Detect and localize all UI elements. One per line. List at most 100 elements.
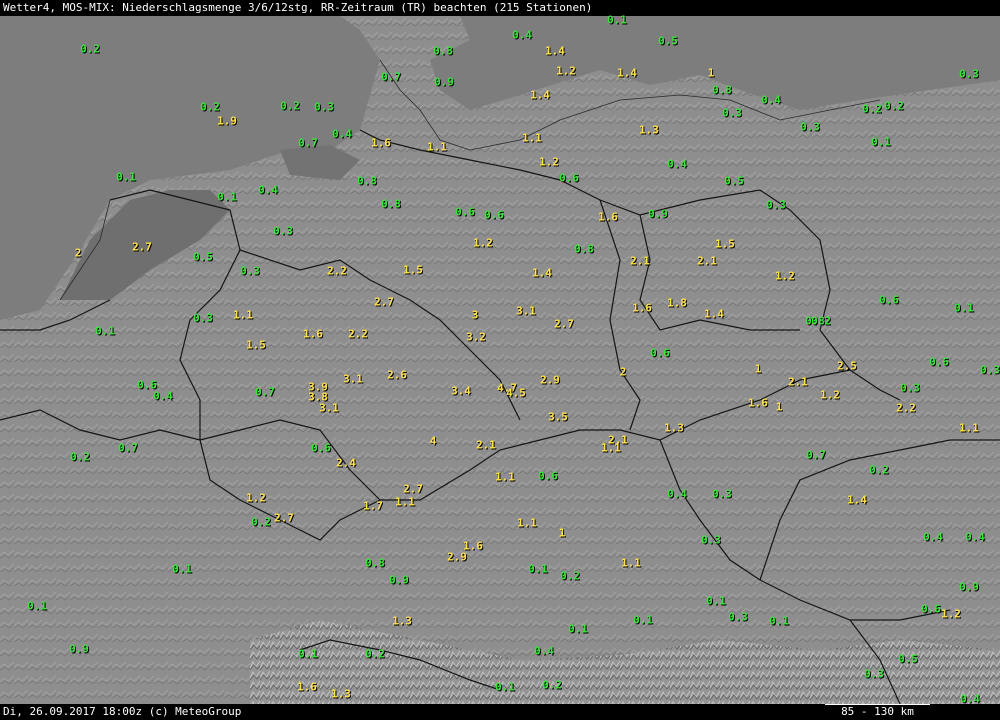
station-value: 0.8 (712, 83, 732, 97)
station-value: 1.1 (517, 516, 537, 530)
station-value: 0.5 (658, 34, 678, 48)
scale-bar: 85 - 130 km (825, 704, 930, 719)
station-value: 0.1 (607, 13, 627, 27)
station-value: 0.9 (389, 573, 409, 587)
station-value: 0.4 (258, 183, 278, 197)
station-value: 0.3 (959, 67, 979, 81)
station-value: 0.5 (724, 174, 744, 188)
station-value: 1.4 (617, 66, 637, 80)
station-value: 2.2 (896, 401, 916, 415)
station-value: 0.2 (560, 569, 580, 583)
station-value: 2 (619, 365, 627, 379)
station-value: 1.5 (246, 338, 266, 352)
station-value: 1.1 (522, 131, 542, 145)
timestamp: Di, 26.09.2017 18:00z (c) MeteoGroup (3, 705, 242, 718)
station-value: 0.4 (332, 127, 352, 141)
station-value: 1.8 (667, 296, 687, 310)
station-value: 2.1 (697, 254, 717, 268)
station-value: 0.7 (381, 70, 401, 84)
station-value: 0.1 (172, 562, 192, 576)
station-value: 3.4 (451, 384, 471, 398)
station-value: 0.1 (495, 680, 515, 694)
station-value: 0.6 (559, 171, 579, 185)
station-value: 1.3 (639, 123, 659, 137)
station-value: 1 (707, 66, 715, 80)
station-value: 0.1 (528, 562, 548, 576)
station-value: 0.4 (761, 93, 781, 107)
station-value: 1.1 (601, 441, 621, 455)
station-value: 1.2 (941, 607, 961, 621)
station-value: 0.7 (118, 441, 138, 455)
station-value: 1 (558, 526, 566, 540)
station-value: 0.1 (568, 622, 588, 636)
station-value: 0.9 (959, 580, 979, 594)
station-value: 0.3 (273, 224, 293, 238)
station-value: 0.7 (298, 136, 318, 150)
station-value: 2.2 (348, 327, 368, 341)
station-value: 0.3 (900, 381, 920, 395)
station-value: 1.6 (632, 301, 652, 315)
station-value: 1.1 (395, 495, 415, 509)
station-value: 2.6 (387, 368, 407, 382)
station-value: 1.2 (473, 236, 493, 250)
station-value: 1.4 (545, 44, 565, 58)
station-value: 0.8 (365, 556, 385, 570)
station-value: 0.7 (255, 385, 275, 399)
station-value: 1.3 (392, 614, 412, 628)
station-value: 0.3 (864, 667, 884, 681)
station-value: 0.2 (884, 99, 904, 113)
station-value: 0.7 (806, 448, 826, 462)
station-value: 0.6 (650, 346, 670, 360)
station-value: 1.9 (217, 114, 237, 128)
station-value: 0.2 (542, 678, 562, 692)
station-value: 3.1 (343, 372, 363, 386)
station-value: 2.1 (788, 375, 808, 389)
station-value: 2.2 (327, 264, 347, 278)
station-value: 1.1 (427, 140, 447, 154)
station-value: 4 (429, 434, 437, 448)
station-value: 0.6 (484, 208, 504, 222)
station-value: 1 (775, 400, 783, 414)
station-value: 1.5 (715, 237, 735, 251)
station-value: 0.6 (311, 441, 331, 455)
station-value: 0.3 (766, 198, 786, 212)
station-value: 0.2 (251, 515, 271, 529)
station-value: 0.4 (667, 487, 687, 501)
station-value: 3.1 (516, 304, 536, 318)
station-value: 0.2 (280, 99, 300, 113)
station-value: 0.3 (240, 264, 260, 278)
station-value: 0.1 (954, 301, 974, 315)
station-value: 0.3 (193, 311, 213, 325)
station-value: 1.3 (331, 687, 351, 701)
station-value: 0.6 (538, 469, 558, 483)
station-value: 2.7 (554, 317, 574, 331)
station-value: 3.1 (319, 401, 339, 415)
station-value: 1.4 (704, 307, 724, 321)
station-value: 0.4 (923, 530, 943, 544)
station-value: 1.4 (847, 493, 867, 507)
station-value: 0.6 (879, 293, 899, 307)
station-value: 2.7 (274, 511, 294, 525)
station-value: 2.7 (374, 295, 394, 309)
station-value: 0.3 (722, 106, 742, 120)
station-value: 0.4 (965, 530, 985, 544)
station-value: 2.7 (132, 240, 152, 254)
station-value: 0.1 (27, 599, 47, 613)
station-value: 0.3 (701, 533, 721, 547)
station-value: 3.2 (466, 330, 486, 344)
station-value: 0.9 (648, 207, 668, 221)
station-value: 0.5 (193, 250, 213, 264)
station-value: 1 (754, 362, 762, 376)
station-value: 0.2 (365, 647, 385, 661)
station-value: 1.2 (246, 491, 266, 505)
station-value: 1.2 (539, 155, 559, 169)
station-value: 1.6 (598, 210, 618, 224)
station-value: 2.5 (837, 359, 857, 373)
station-value: 0.4 (512, 28, 532, 42)
station-value: 0.3 (800, 120, 820, 134)
station-value: 2.9 (447, 550, 467, 564)
station-value: 0.4 (667, 157, 687, 171)
station-value: 0.1 (298, 647, 318, 661)
station-value: 0.3 (728, 610, 748, 624)
station-value: 0.1 (217, 190, 237, 204)
